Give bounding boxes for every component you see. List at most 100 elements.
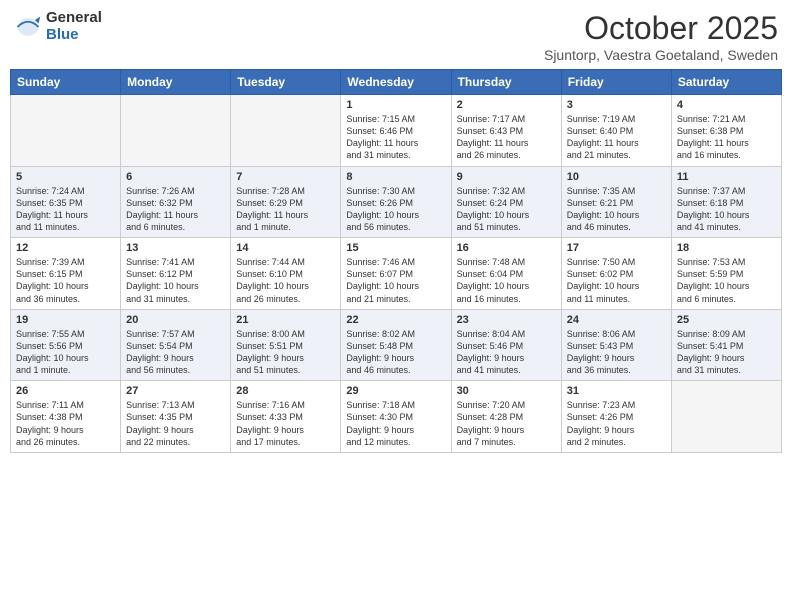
day-info: Sunrise: 7:39 AM Sunset: 6:15 PM Dayligh… (16, 256, 115, 305)
calendar-cell: 25 Sunrise: 8:09 AM Sunset: 5:41 PM Dayli… (671, 309, 781, 381)
day-info: Sunrise: 7:21 AM Sunset: 6:38 PM Dayligh… (677, 113, 776, 162)
calendar-cell: 3 Sunrise: 7:19 AM Sunset: 6:40 PM Daylig… (561, 95, 671, 167)
calendar-cell (231, 95, 341, 167)
day-info: Sunrise: 7:13 AM Sunset: 4:35 PM Dayligh… (126, 399, 225, 448)
day-number: 10 (567, 171, 666, 183)
calendar-cell: 20Sunrise: 7:57 AM Sunset: 5:54 PM Dayli… (121, 309, 231, 381)
day-info: Sunrise: 7:44 AM Sunset: 6:10 PM Dayligh… (236, 256, 335, 305)
calendar-cell: 7 Sunrise: 7:28 AM Sunset: 6:29 PM Daylig… (231, 166, 341, 238)
day-number: 4 (677, 99, 776, 111)
logo-blue: Blue (46, 27, 102, 44)
day-number: 15 (346, 242, 445, 254)
calendar-week-4: 19 Sunrise: 7:55 AM Sunset: 5:56 PM Dayli… (11, 309, 782, 381)
day-info: Sunrise: 7:28 AM Sunset: 6:29 PM Dayligh… (236, 185, 335, 234)
calendar-table: SundayMondayTuesdayWednesdayThursdayFrid… (10, 69, 782, 453)
calendar-cell: 11Sunrise: 7:37 AM Sunset: 6:18 PM Dayli… (671, 166, 781, 238)
calendar-week-2: 5 Sunrise: 7:24 AM Sunset: 6:35 PM Daylig… (11, 166, 782, 238)
calendar-cell: 8 Sunrise: 7:30 AM Sunset: 6:26 PM Daylig… (341, 166, 451, 238)
weekday-header-saturday: Saturday (671, 70, 781, 95)
day-info: Sunrise: 7:32 AM Sunset: 6:24 PM Dayligh… (457, 185, 556, 234)
day-info: Sunrise: 7:48 AM Sunset: 6:04 PM Dayligh… (457, 256, 556, 305)
day-info: Sunrise: 7:19 AM Sunset: 6:40 PM Dayligh… (567, 113, 666, 162)
calendar-cell: 2 Sunrise: 7:17 AM Sunset: 6:43 PM Daylig… (451, 95, 561, 167)
calendar-cell: 30Sunrise: 7:20 AM Sunset: 4:28 PM Dayli… (451, 381, 561, 453)
calendar-cell: 29Sunrise: 7:18 AM Sunset: 4:30 PM Dayli… (341, 381, 451, 453)
day-info: Sunrise: 7:50 AM Sunset: 6:02 PM Dayligh… (567, 256, 666, 305)
day-number: 21 (236, 314, 335, 326)
day-number: 6 (126, 171, 225, 183)
day-info: Sunrise: 7:37 AM Sunset: 6:18 PM Dayligh… (677, 185, 776, 234)
title-block: October 2025 Sjuntorp, Vaestra Goetaland… (544, 10, 778, 63)
weekday-header-row: SundayMondayTuesdayWednesdayThursdayFrid… (11, 70, 782, 95)
calendar-cell: 16 Sunrise: 7:48 AM Sunset: 6:04 PM Dayli… (451, 238, 561, 310)
calendar-cell: 1 Sunrise: 7:15 AM Sunset: 6:46 PM Daylig… (341, 95, 451, 167)
calendar-cell: 23 Sunrise: 8:04 AM Sunset: 5:46 PM Dayli… (451, 309, 561, 381)
day-number: 28 (236, 385, 335, 397)
day-info: Sunrise: 8:09 AM Sunset: 5:41 PM Dayligh… (677, 328, 776, 377)
weekday-header-tuesday: Tuesday (231, 70, 341, 95)
day-number: 25 (677, 314, 776, 326)
day-info: Sunrise: 7:16 AM Sunset: 4:33 PM Dayligh… (236, 399, 335, 448)
day-number: 16 (457, 242, 556, 254)
day-number: 24 (567, 314, 666, 326)
calendar-cell: 31Sunrise: 7:23 AM Sunset: 4:26 PM Dayli… (561, 381, 671, 453)
calendar-cell: 14Sunrise: 7:44 AM Sunset: 6:10 PM Dayli… (231, 238, 341, 310)
day-info: Sunrise: 8:00 AM Sunset: 5:51 PM Dayligh… (236, 328, 335, 377)
calendar-cell: 19 Sunrise: 7:55 AM Sunset: 5:56 PM Dayli… (11, 309, 121, 381)
calendar-cell: 24 Sunrise: 8:06 AM Sunset: 5:43 PM Dayli… (561, 309, 671, 381)
calendar-cell: 9 Sunrise: 7:32 AM Sunset: 6:24 PM Daylig… (451, 166, 561, 238)
day-number: 22 (346, 314, 445, 326)
day-number: 5 (16, 171, 115, 183)
calendar-cell: 28 Sunrise: 7:16 AM Sunset: 4:33 PM Dayli… (231, 381, 341, 453)
logo-general: General (46, 10, 102, 27)
day-info: Sunrise: 7:41 AM Sunset: 6:12 PM Dayligh… (126, 256, 225, 305)
day-number: 12 (16, 242, 115, 254)
day-number: 9 (457, 171, 556, 183)
day-info: Sunrise: 7:30 AM Sunset: 6:26 PM Dayligh… (346, 185, 445, 234)
calendar-cell: 10Sunrise: 7:35 AM Sunset: 6:21 PM Dayli… (561, 166, 671, 238)
day-info: Sunrise: 7:15 AM Sunset: 6:46 PM Dayligh… (346, 113, 445, 162)
day-number: 27 (126, 385, 225, 397)
day-info: Sunrise: 8:04 AM Sunset: 5:46 PM Dayligh… (457, 328, 556, 377)
day-info: Sunrise: 8:06 AM Sunset: 5:43 PM Dayligh… (567, 328, 666, 377)
logo-icon (14, 13, 42, 41)
day-number: 29 (346, 385, 445, 397)
calendar-cell: 27 Sunrise: 7:13 AM Sunset: 4:35 PM Dayli… (121, 381, 231, 453)
day-number: 7 (236, 171, 335, 183)
calendar-week-3: 12 Sunrise: 7:39 AM Sunset: 6:15 PM Dayli… (11, 238, 782, 310)
weekday-header-friday: Friday (561, 70, 671, 95)
day-number: 3 (567, 99, 666, 111)
logo: General Blue (14, 10, 102, 43)
day-info: Sunrise: 7:53 AM Sunset: 5:59 PM Dayligh… (677, 256, 776, 305)
weekday-header-monday: Monday (121, 70, 231, 95)
day-number: 18 (677, 242, 776, 254)
calendar-cell: 13Sunrise: 7:41 AM Sunset: 6:12 PM Dayli… (121, 238, 231, 310)
calendar-week-1: 1 Sunrise: 7:15 AM Sunset: 6:46 PM Daylig… (11, 95, 782, 167)
day-info: Sunrise: 7:23 AM Sunset: 4:26 PM Dayligh… (567, 399, 666, 448)
calendar-cell: 15 Sunrise: 7:46 AM Sunset: 6:07 PM Dayli… (341, 238, 451, 310)
calendar-cell: 4 Sunrise: 7:21 AM Sunset: 6:38 PM Daylig… (671, 95, 781, 167)
day-number: 17 (567, 242, 666, 254)
calendar-cell (671, 381, 781, 453)
calendar-cell: 18 Sunrise: 7:53 AM Sunset: 5:59 PM Dayli… (671, 238, 781, 310)
day-number: 23 (457, 314, 556, 326)
location: Sjuntorp, Vaestra Goetaland, Sweden (544, 47, 778, 63)
calendar-cell: 5 Sunrise: 7:24 AM Sunset: 6:35 PM Daylig… (11, 166, 121, 238)
day-number: 19 (16, 314, 115, 326)
day-info: Sunrise: 7:46 AM Sunset: 6:07 PM Dayligh… (346, 256, 445, 305)
day-number: 20 (126, 314, 225, 326)
day-info: Sunrise: 7:17 AM Sunset: 6:43 PM Dayligh… (457, 113, 556, 162)
day-number: 1 (346, 99, 445, 111)
day-info: Sunrise: 7:26 AM Sunset: 6:32 PM Dayligh… (126, 185, 225, 234)
day-info: Sunrise: 8:02 AM Sunset: 5:48 PM Dayligh… (346, 328, 445, 377)
page-header: General Blue October 2025 Sjuntorp, Vaes… (10, 10, 782, 63)
calendar-cell (121, 95, 231, 167)
day-number: 8 (346, 171, 445, 183)
calendar-cell: 12 Sunrise: 7:39 AM Sunset: 6:15 PM Dayli… (11, 238, 121, 310)
day-number: 2 (457, 99, 556, 111)
day-info: Sunrise: 7:24 AM Sunset: 6:35 PM Dayligh… (16, 185, 115, 234)
day-number: 30 (457, 385, 556, 397)
weekday-header-sunday: Sunday (11, 70, 121, 95)
day-info: Sunrise: 7:55 AM Sunset: 5:56 PM Dayligh… (16, 328, 115, 377)
calendar-week-5: 26Sunrise: 7:11 AM Sunset: 4:38 PM Dayli… (11, 381, 782, 453)
